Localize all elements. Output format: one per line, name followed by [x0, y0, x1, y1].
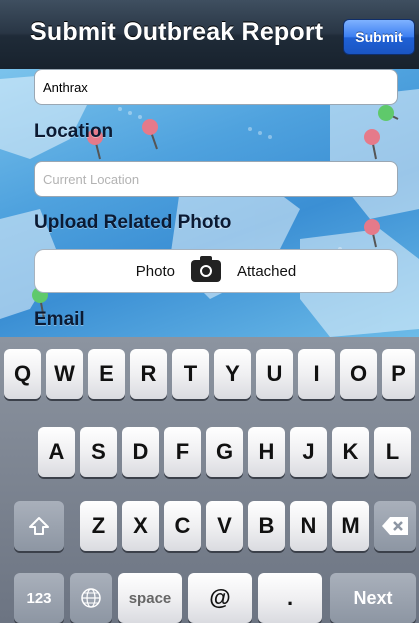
disease-field[interactable]: Anthrax — [34, 69, 398, 105]
location-placeholder: Current Location — [43, 171, 140, 187]
key-b[interactable]: B — [248, 501, 285, 551]
photo-text: Photo — [135, 262, 175, 280]
backspace-key[interactable] — [374, 501, 416, 551]
key-a[interactable]: A — [38, 427, 75, 477]
key-l[interactable]: L — [374, 427, 411, 477]
globe-key[interactable] — [70, 573, 112, 623]
submit-button[interactable]: Submit — [343, 19, 415, 55]
world-map-background — [0, 74, 419, 337]
key-s[interactable]: S — [80, 427, 117, 477]
key-r[interactable]: R — [130, 349, 167, 399]
key-q[interactable]: Q — [4, 349, 41, 399]
key-m[interactable]: M — [332, 501, 369, 551]
page-title: Submit Outbreak Report — [30, 18, 324, 46]
map-pin-icon — [142, 119, 158, 150]
key-n[interactable]: N — [290, 501, 327, 551]
key-j[interactable]: J — [290, 427, 327, 477]
camera-icon — [190, 256, 221, 282]
key-w[interactable]: W — [46, 349, 83, 399]
key-z[interactable]: Z — [80, 501, 117, 551]
key-o[interactable]: O — [340, 349, 377, 399]
dot-key[interactable]: . — [258, 573, 322, 623]
key-d[interactable]: D — [122, 427, 159, 477]
key-i[interactable]: I — [298, 349, 335, 399]
shift-arrow-icon — [29, 517, 49, 535]
key-x[interactable]: X — [122, 501, 159, 551]
key-y[interactable]: Y — [214, 349, 251, 399]
key-u[interactable]: U — [256, 349, 293, 399]
key-p[interactable]: P — [382, 349, 415, 399]
attached-text: Attached — [236, 262, 297, 280]
photo-attachment-button[interactable]: Photo Attached — [34, 249, 398, 293]
key-c[interactable]: C — [164, 501, 201, 551]
upload-photo-label: Upload Related Photo — [34, 212, 232, 233]
shift-key[interactable] — [14, 501, 64, 551]
email-label: Email — [34, 309, 85, 330]
key-v[interactable]: V — [206, 501, 243, 551]
backspace-icon — [382, 517, 408, 535]
key-f[interactable]: F — [164, 427, 201, 477]
on-screen-keyboard: Q W E R T Y U I O P A S D F G H J K L Z … — [0, 337, 419, 623]
key-h[interactable]: H — [248, 427, 285, 477]
form-content[interactable]: Anthrax Location Current Location Upload… — [0, 69, 419, 337]
location-label: Location — [34, 121, 114, 142]
key-t[interactable]: T — [172, 349, 209, 399]
navigation-bar: Submit Outbreak Report Submit — [0, 0, 419, 70]
globe-icon — [81, 588, 101, 608]
next-key[interactable]: Next — [330, 573, 416, 623]
numbers-key[interactable]: 123 — [14, 573, 64, 623]
key-e[interactable]: E — [88, 349, 125, 399]
location-field[interactable]: Current Location — [34, 161, 398, 197]
space-key[interactable]: space — [118, 573, 182, 623]
at-key[interactable]: @ — [188, 573, 252, 623]
key-g[interactable]: G — [206, 427, 243, 477]
key-k[interactable]: K — [332, 427, 369, 477]
